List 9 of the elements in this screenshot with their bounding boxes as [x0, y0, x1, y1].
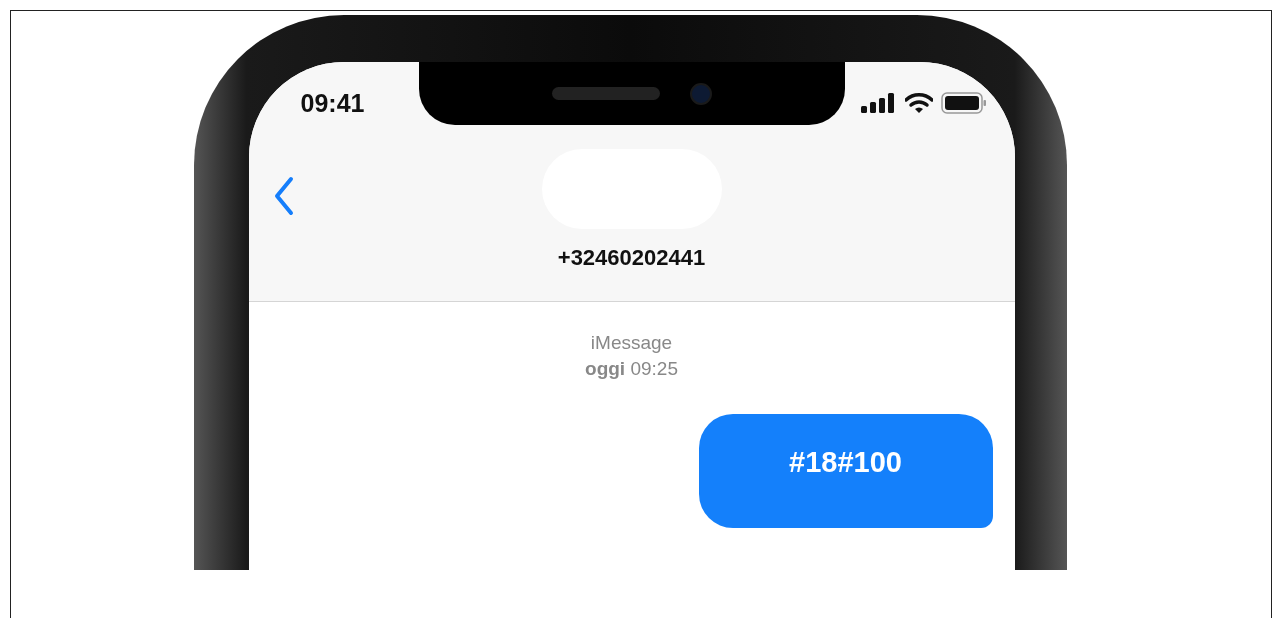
battery-icon [940, 92, 987, 114]
signal-icon [860, 93, 897, 113]
status-time: 09:41 [300, 88, 365, 118]
wifi-icon [904, 93, 933, 113]
sent-message-bubble: #18#100 [698, 414, 993, 528]
service-label: iMessage [590, 331, 673, 355]
contact-number[interactable]: +32460202441 [557, 245, 706, 271]
back-chevron-icon[interactable] [272, 176, 295, 216]
message-timestamp: oggi 09:25 [585, 357, 678, 381]
